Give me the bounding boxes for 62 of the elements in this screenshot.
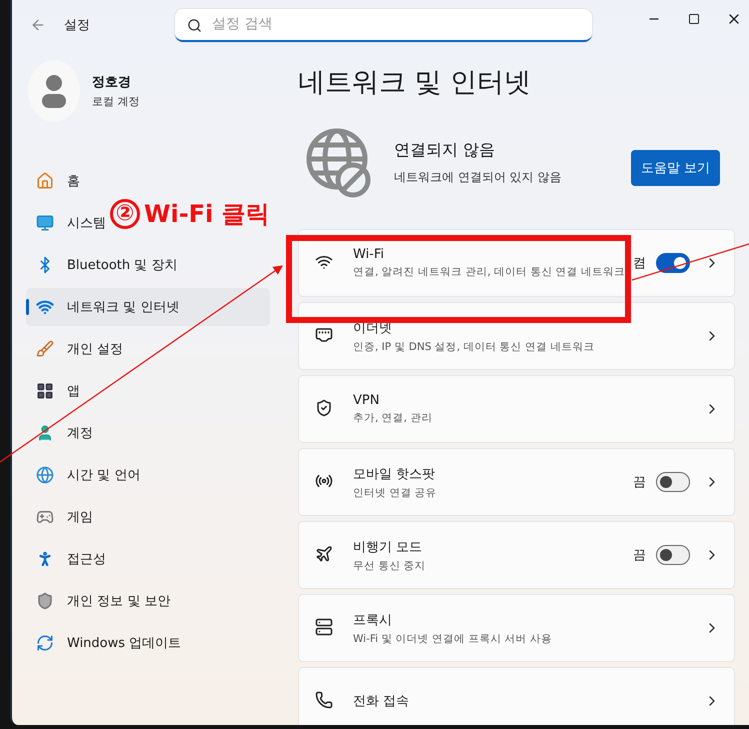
search-field[interactable]: 설정 검색 (175, 8, 592, 42)
setting-description: 연결, 알려진 네트워크 관리, 데이터 통신 연결 네트워크 (353, 265, 626, 279)
window-title: 설정 (64, 17, 91, 34)
setting-title: 전화 접속 (353, 693, 410, 710)
nav-item[interactable]: 앱 (67, 382, 80, 400)
nav-item[interactable]: 개인 설정 (67, 340, 124, 358)
nav-item[interactable]: 게임 (67, 508, 93, 526)
monitor-icon (36, 214, 54, 232)
setting-title: 비행기 모드 (353, 538, 424, 556)
settings-card[interactable]: 모바일 핫스팟 인터넷 연결 공유 끔 (298, 448, 735, 516)
setting-description: 인터넷 연결 공유 (353, 486, 437, 500)
setting-description: 추가, 연결, 관리 (353, 411, 432, 425)
person-icon (36, 424, 54, 442)
settings-card[interactable]: 프록시 Wi-Fi 및 이더넷 연결에 프록시 서버 사용 (298, 594, 735, 662)
nav-item[interactable]: 네트워크 및 인터넷 (26, 288, 270, 326)
toggle-switch[interactable] (656, 472, 690, 492)
settings-card[interactable]: Wi-Fi 연결, 알려진 네트워크 관리, 데이터 통신 연결 네트워크 켬 (298, 229, 735, 297)
nav-item[interactable]: 계정 (67, 424, 93, 442)
settings-card[interactable]: VPN 추가, 연결, 관리 (298, 375, 735, 443)
setting-title: Wi-Fi (353, 247, 386, 262)
search-icon (187, 18, 202, 32)
settings-card[interactable]: 비행기 모드 무선 통신 중지 끔 (298, 521, 735, 589)
apps-icon (36, 382, 54, 400)
gamepad-icon (36, 508, 54, 526)
nav-item[interactable]: 시간 및 언어 (67, 466, 140, 484)
setting-title: 모바일 핫스팟 (353, 466, 436, 482)
nav-item[interactable]: 시스템 (67, 214, 106, 232)
nav-item[interactable]: 개인 정보 및 보안 (67, 592, 170, 610)
status-subtitle: 네트워크에 연결되어 있지 않음 (394, 169, 562, 186)
page-title: 네트워크 및 인터넷 (298, 66, 532, 100)
setting-title: VPN (353, 393, 380, 408)
account-name: 정호경 (92, 74, 132, 91)
phone-icon (315, 691, 335, 711)
toggle-switch[interactable] (656, 253, 690, 273)
setting-description: 인증, IP 및 DNS 설정, 데이터 통신 연결 네트워크 (353, 340, 594, 354)
wifi-icon (36, 298, 54, 316)
setting-description: Wi-Fi 및 이더넷 연결에 프록시 서버 사용 (353, 632, 552, 646)
status-title: 연결되지 않음 (394, 140, 496, 161)
settings-card[interactable]: 전화 접속 (298, 667, 735, 725)
server-icon (315, 618, 335, 638)
toggle-state: 끔 (633, 547, 646, 564)
refresh-icon (36, 634, 54, 652)
toggle-state: 켬 (633, 255, 646, 272)
maximize-icon (688, 13, 700, 25)
globe-icon (36, 466, 54, 484)
annotation-label: ② Wi-Fi 클릭 (110, 198, 270, 230)
person-silhouette-icon (41, 74, 67, 108)
home-icon (36, 172, 54, 190)
shield-icon (36, 592, 54, 610)
help-button[interactable]: 도움말 보기 (630, 150, 720, 186)
nav-item[interactable]: 접근성 (67, 550, 106, 568)
setting-title: 이더넷 (353, 320, 393, 336)
brush-icon (36, 340, 54, 358)
account-type: 로컬 계정 (92, 94, 140, 109)
nav-item[interactable]: Windows 업데이트 (67, 634, 182, 652)
toggle-switch[interactable] (656, 545, 690, 565)
nav-item[interactable]: Bluetooth 및 장치 (67, 256, 178, 274)
setting-description: 무선 통신 중지 (353, 558, 426, 572)
setting-title: 프록시 (353, 612, 393, 628)
settings-card[interactable]: 이더넷 인증, IP 및 DNS 설정, 데이터 통신 연결 네트워크 (298, 302, 735, 370)
nav-item[interactable]: 홈 (67, 172, 80, 190)
toggle-state: 끔 (633, 474, 646, 491)
